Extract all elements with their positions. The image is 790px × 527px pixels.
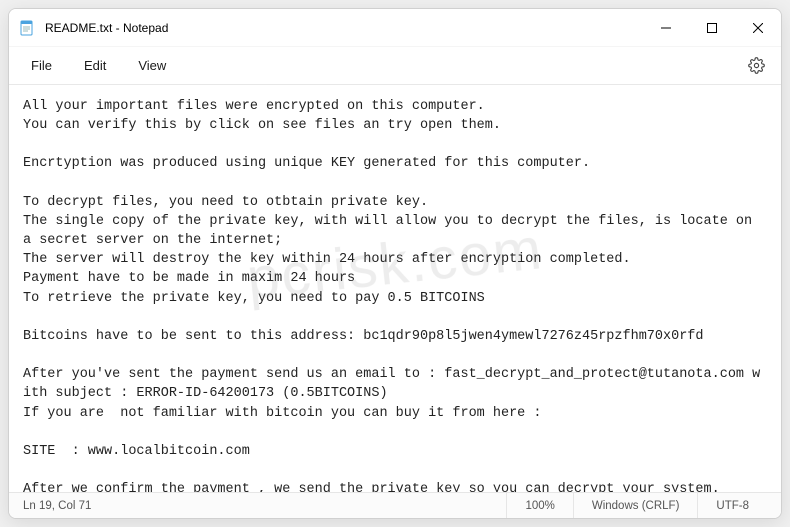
line-ending: Windows (CRLF)	[573, 493, 698, 518]
titlebar: README.txt - Notepad	[9, 9, 781, 47]
menu-edit[interactable]: Edit	[70, 52, 120, 79]
maximize-button[interactable]	[689, 9, 735, 47]
zoom-level[interactable]: 100%	[506, 493, 572, 518]
window-title: README.txt - Notepad	[45, 21, 168, 35]
notepad-window: README.txt - Notepad File Edit View All …	[8, 8, 782, 519]
close-button[interactable]	[735, 9, 781, 47]
statusbar: Ln 19, Col 71 100% Windows (CRLF) UTF-8	[9, 492, 781, 518]
encoding: UTF-8	[697, 493, 767, 518]
menu-view[interactable]: View	[124, 52, 180, 79]
cursor-position: Ln 19, Col 71	[23, 493, 506, 518]
settings-button[interactable]	[739, 49, 773, 83]
minimize-button[interactable]	[643, 9, 689, 47]
menu-file[interactable]: File	[17, 52, 66, 79]
menubar: File Edit View	[9, 47, 781, 85]
document-text[interactable]: All your important files were encrypted …	[23, 97, 767, 492]
notepad-icon	[19, 20, 35, 36]
text-area[interactable]: All your important files were encrypted …	[9, 85, 781, 492]
